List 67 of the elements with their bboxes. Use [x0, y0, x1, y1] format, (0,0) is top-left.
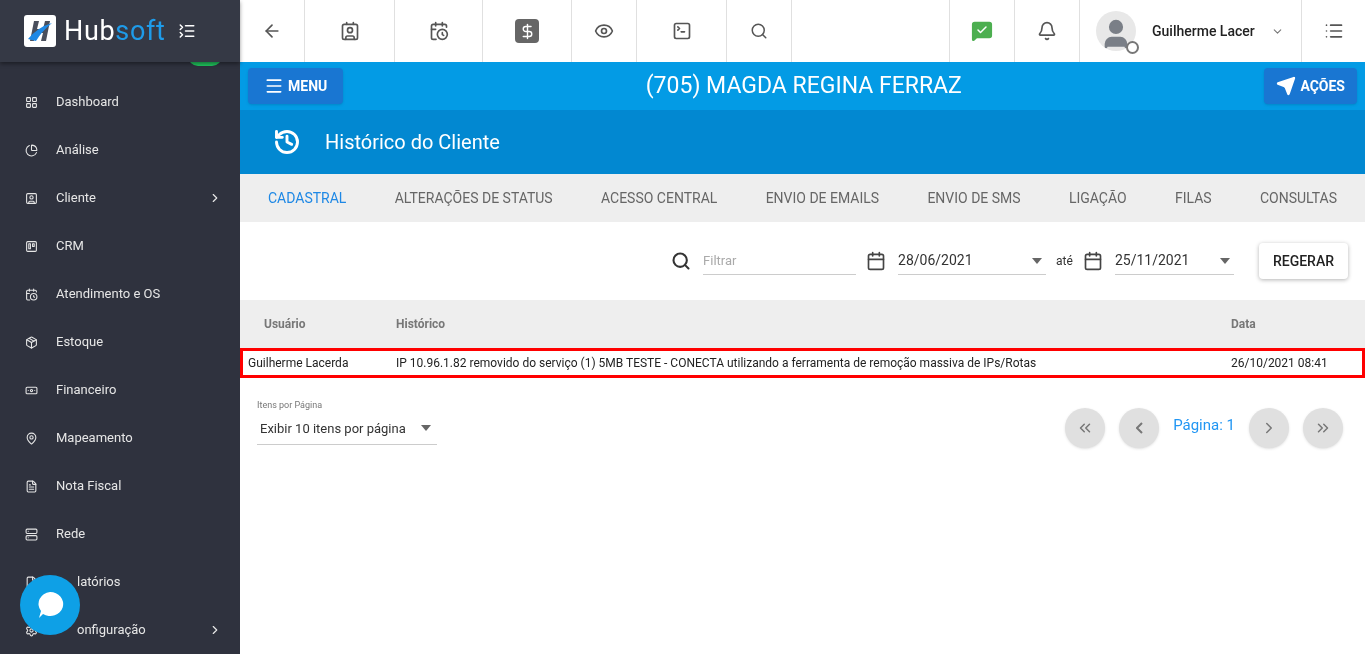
- box-icon: [25, 335, 38, 349]
- client-title: (705) MAGDA REGINA FERRAZ: [645, 70, 962, 101]
- calendar-icon[interactable]: [1082, 251, 1103, 271]
- terminal-icon[interactable]: [671, 21, 692, 41]
- column-header: Histórico: [396, 316, 447, 333]
- collapse-icon[interactable]: [177, 22, 196, 40]
- table-cell-text: Guilherme Lacerda: [247, 355, 350, 372]
- calendar-clock-icon[interactable]: [428, 21, 449, 41]
- menu-icon: [264, 76, 284, 96]
- sidebar-item[interactable]: Análise: [0, 126, 240, 174]
- table-cell-text: IP 10.96.1.82 removido do serviço (1) 5MB TESTE - CONECTA utilizando a ferramenta de remoção massiva de IPs/Rotas: [396, 355, 1038, 372]
- menu-button[interactable]: MENU: [248, 68, 344, 104]
- tab[interactable]: CONSULTAS: [1259, 187, 1337, 209]
- map-pin-icon: [25, 431, 38, 445]
- dollar-icon[interactable]: [515, 19, 539, 43]
- page-title: Histórico do Cliente: [325, 129, 500, 156]
- sidebar-item[interactable]: Estoque: [0, 318, 240, 366]
- page-size-select[interactable]: Itens por Página Exibir 10 itens por página: [257, 399, 437, 445]
- actions-button[interactable]: AÇÕES: [1264, 68, 1357, 104]
- dropdown-caret-icon: [421, 425, 431, 432]
- sidebar-item[interactable]: Dashboard: [0, 78, 240, 126]
- chevron-left-icon: [1135, 422, 1143, 434]
- sidebar-item[interactable]: Financeiro: [0, 366, 240, 414]
- sidebar-item[interactable]: Cliente: [0, 174, 240, 222]
- page-indicator: Página: 1: [1173, 414, 1235, 436]
- notification-icon[interactable]: [1037, 21, 1057, 41]
- sidebar-item[interactable]: Nota Fiscal: [0, 462, 240, 510]
- pie-chart-icon: [25, 143, 38, 157]
- chat-check-icon[interactable]: [971, 20, 993, 42]
- calendar-icon[interactable]: [866, 251, 887, 271]
- column-header: Data: [1231, 316, 1257, 333]
- tab[interactable]: ACESSO CENTRAL: [600, 187, 718, 209]
- dropdown-caret-icon: [1032, 257, 1043, 264]
- contact-icon[interactable]: [339, 21, 360, 41]
- server-icon: [25, 527, 38, 541]
- list-icon[interactable]: [1323, 21, 1344, 41]
- logo-icon: [24, 15, 56, 47]
- tab[interactable]: ENVIO DE EMAILS: [765, 187, 880, 209]
- sidebar-item[interactable]: Atendimento e OS: [0, 270, 240, 318]
- date-from-field[interactable]: 28/06/2021: [898, 247, 1047, 275]
- tab[interactable]: LIGAÇÃO: [1068, 187, 1127, 209]
- between-label: até: [1056, 253, 1073, 270]
- eye-icon[interactable]: [594, 21, 614, 41]
- tab[interactable]: ALTERAÇÕES DE STATUS: [394, 187, 553, 209]
- contact-card-icon: [25, 191, 38, 205]
- date-to-field[interactable]: 25/11/2021: [1114, 247, 1234, 275]
- filter-field[interactable]: Filtrar: [703, 247, 857, 275]
- search-icon[interactable]: [750, 22, 768, 40]
- sidebar-item[interactable]: Rede: [0, 510, 240, 558]
- send-icon: [1276, 76, 1297, 96]
- user-name: Guilherme Lacer: [1152, 21, 1255, 41]
- tab[interactable]: FILAS: [1174, 187, 1212, 209]
- history-icon: [273, 128, 301, 156]
- grid-icon: [25, 95, 38, 109]
- brand-name: Hubsoft: [64, 17, 166, 45]
- board-icon: [25, 239, 38, 253]
- avatar-icon: [1096, 11, 1136, 51]
- sidebar-item[interactable]: Mapeamento: [0, 414, 240, 462]
- document-icon: [25, 479, 38, 493]
- calendar-clock-icon: [25, 287, 38, 301]
- regenerate-button[interactable]: REGERAR: [1258, 243, 1348, 279]
- table-cell-text: 26/10/2021 08:41: [1231, 355, 1329, 372]
- sidebar-item[interactable]: CRM: [0, 222, 240, 270]
- dropdown-caret-icon: [1219, 257, 1230, 264]
- column-header: Usuário: [263, 316, 307, 333]
- tab[interactable]: ENVIO DE SMS: [927, 187, 1021, 209]
- search-icon: [671, 251, 692, 271]
